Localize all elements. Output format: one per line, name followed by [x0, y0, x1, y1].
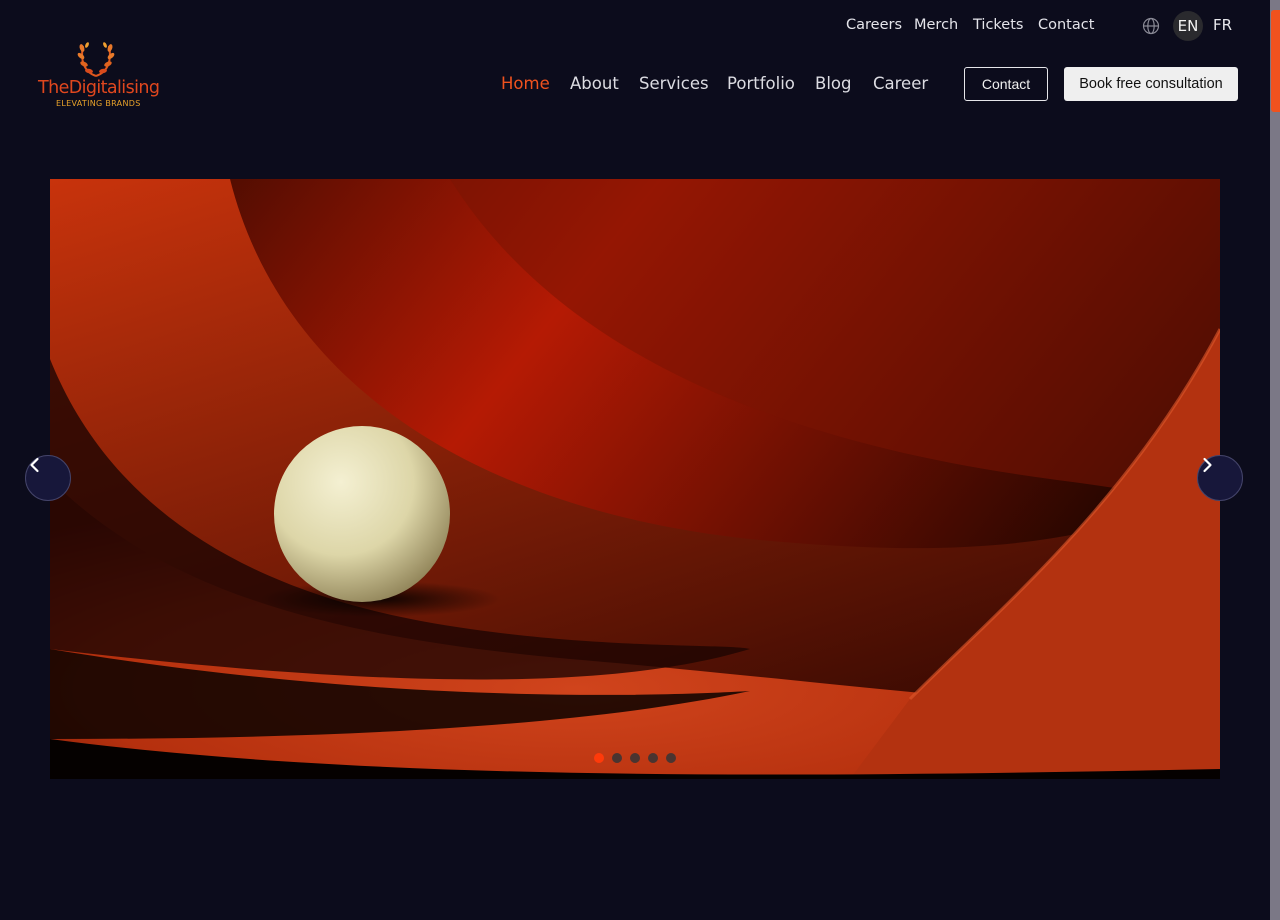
language-en-button[interactable]: EN	[1173, 11, 1203, 41]
nav-item-services[interactable]: Services	[639, 74, 709, 93]
carousel-dot[interactable]	[666, 753, 676, 763]
carousel-dot[interactable]	[612, 753, 622, 763]
brand-name: TheDigitalising	[38, 78, 160, 98]
carousel-next-button[interactable]	[1197, 455, 1243, 501]
page-scrollbar-thumb[interactable]	[1271, 10, 1280, 112]
carousel-dot[interactable]	[648, 753, 658, 763]
nav-item-about[interactable]: About	[570, 74, 619, 93]
carousel-dot[interactable]	[594, 753, 604, 763]
hero-slide-image	[50, 179, 1220, 779]
carousel-prev-button[interactable]	[25, 455, 71, 501]
top-link-tickets[interactable]: Tickets	[973, 17, 1023, 33]
nav-item-blog[interactable]: Blog	[815, 74, 851, 93]
top-link-careers[interactable]: Careers	[846, 17, 902, 33]
nav-item-portfolio[interactable]: Portfolio	[727, 74, 795, 93]
nav-item-home[interactable]: Home	[501, 74, 550, 93]
top-utility-bar: Careers Merch Tickets Contact EN FR	[0, 11, 1270, 41]
laurel-wreath-icon	[74, 40, 118, 80]
brand-logo[interactable]: TheDigitalising ELEVATING BRANDS	[36, 40, 160, 112]
globe-icon[interactable]	[1142, 17, 1160, 35]
book-consultation-button[interactable]: Book free consultation	[1064, 67, 1238, 101]
carousel-dot[interactable]	[630, 753, 640, 763]
brand-tagline: ELEVATING BRANDS	[56, 99, 141, 108]
nav-item-career[interactable]: Career	[873, 74, 928, 93]
contact-button[interactable]: Contact	[964, 67, 1048, 101]
top-link-contact[interactable]: Contact	[1038, 17, 1094, 33]
language-fr-button[interactable]: FR	[1213, 16, 1232, 34]
top-link-merch[interactable]: Merch	[914, 17, 958, 33]
page-scrollbar-track[interactable]	[1270, 0, 1280, 920]
